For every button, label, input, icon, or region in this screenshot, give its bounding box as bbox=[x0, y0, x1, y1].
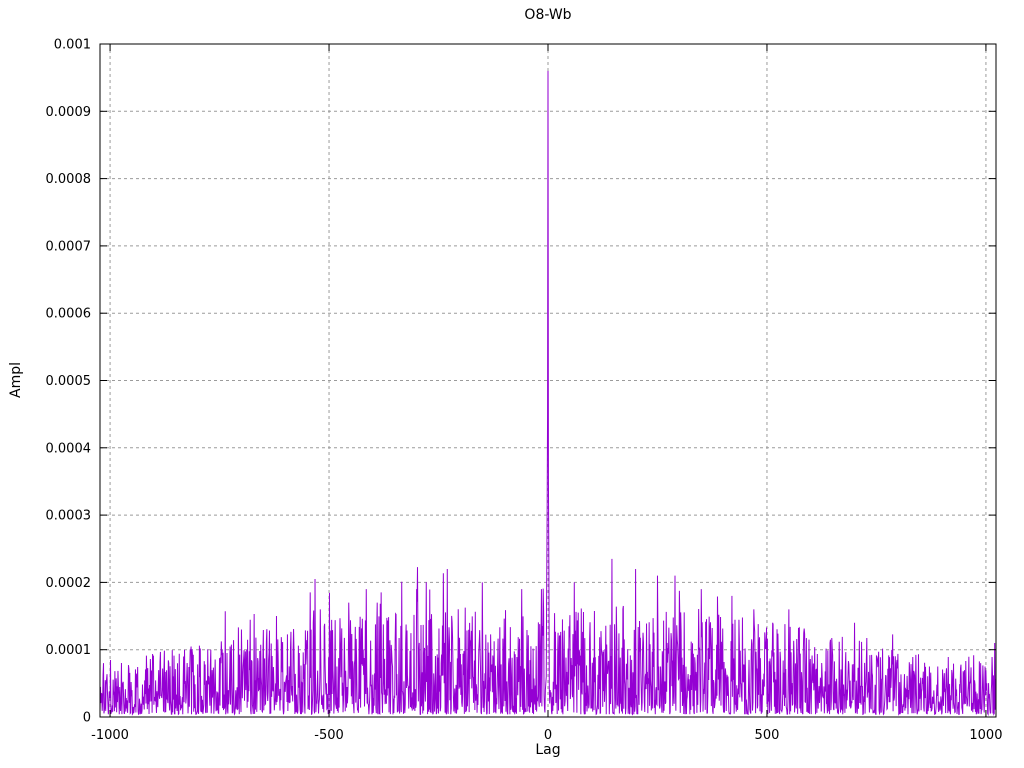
x-tick-label: -1000 bbox=[91, 728, 129, 743]
y-tick-label: 0.0003 bbox=[46, 509, 92, 524]
y-tick-label: 0.0009 bbox=[46, 105, 92, 120]
y-tick-label: 0.0002 bbox=[46, 576, 92, 591]
gnuplot-chart-window: O8-Wb Ampl Lag -1000 -500 0 500 1000 0 0.0001 0… bbox=[0, 0, 1024, 768]
y-tick-label: 0.0005 bbox=[46, 374, 92, 389]
x-tick-label: 500 bbox=[755, 728, 780, 743]
y-tick-label: 0 bbox=[83, 711, 91, 726]
x-tick-label: 1000 bbox=[969, 728, 1002, 743]
y-tick-label: 0.0004 bbox=[46, 441, 92, 456]
x-tick-label: 0 bbox=[544, 728, 552, 743]
plot-area: -1000 -500 0 500 1000 0 0.0001 0.0002 0.0003 0.00… bbox=[46, 38, 1003, 744]
x-tick-label: -500 bbox=[314, 728, 344, 743]
y-tick-label: 0.001 bbox=[54, 38, 91, 53]
y-tick-label: 0.0007 bbox=[46, 239, 92, 254]
y-tick-label: 0.0006 bbox=[46, 307, 92, 322]
y-tick-label: 0.0008 bbox=[46, 172, 92, 187]
y-tick-label: 0.0001 bbox=[46, 643, 92, 658]
series-line bbox=[99, 70, 997, 717]
